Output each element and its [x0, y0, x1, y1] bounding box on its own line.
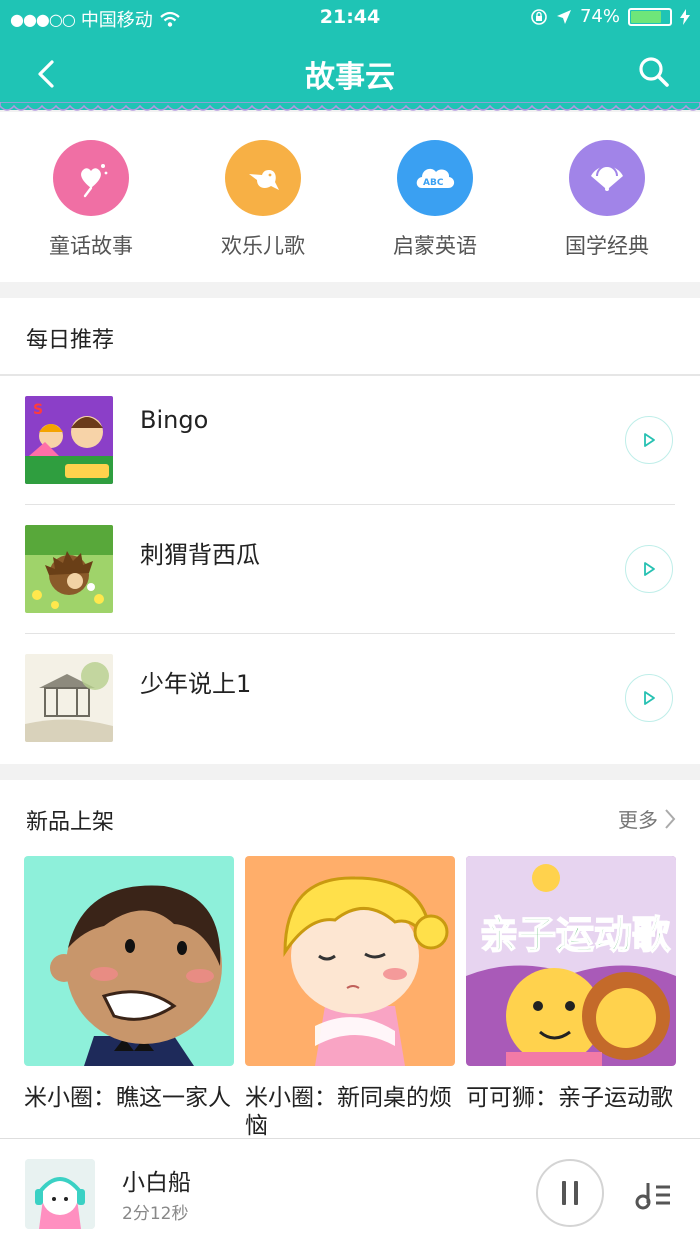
pause-icon[interactable]	[536, 1159, 604, 1227]
more-link[interactable]: 更多	[618, 804, 676, 833]
play-icon[interactable]	[625, 416, 673, 464]
battery-percent: 74%	[579, 6, 620, 27]
svg-text:ABC: ABC	[423, 178, 444, 188]
daily-recommend-section: 每日推荐 S Bingo 刺猬背西瓜 少年说上1	[0, 298, 700, 764]
battery-fill	[631, 10, 661, 23]
album-card[interactable]: 亲子运动歌 可可狮：亲子运动歌	[466, 856, 676, 1140]
category-label: 欢乐儿歌	[221, 234, 305, 258]
section-title: 新品上架	[26, 810, 115, 835]
orientation-lock-icon	[531, 8, 547, 25]
svg-text:S: S	[33, 402, 43, 418]
mini-player[interactable]: 小白船 2分12秒	[0, 1138, 700, 1244]
more-label: 更多	[618, 808, 658, 832]
album-cover	[24, 856, 234, 1066]
page-title: 故事云	[305, 60, 395, 95]
category-kids-songs[interactable]: 欢乐儿歌	[193, 140, 333, 260]
nav-bar: 故事云	[0, 36, 700, 106]
playlist-icon[interactable]	[634, 1175, 674, 1215]
album-card[interactable]: 米小圈：瞧这一家人	[24, 856, 234, 1140]
category-label: 启蒙英语	[393, 234, 477, 258]
category-classics[interactable]: 国学经典	[537, 140, 677, 260]
bird-icon	[225, 140, 301, 216]
category-english[interactable]: ABC 启蒙英语	[365, 140, 505, 260]
charging-icon	[680, 8, 690, 25]
chevron-right-icon	[665, 808, 676, 829]
new-arrivals-section: 新品上架 更多 米小圈：瞧这一家人 米小圈：新同桌的烦恼 亲子运动歌 可可狮：亲…	[0, 780, 700, 1140]
cover-image: S	[25, 396, 113, 484]
play-icon[interactable]	[625, 674, 673, 722]
category-row: 童话故事 欢乐儿歌 ABC 启蒙英语 国学经典	[0, 112, 700, 282]
status-bar: ●●●○○ 中国移动 21:44 74%	[0, 0, 700, 36]
item-title: 少年说上1	[140, 670, 252, 698]
album-cover: 亲子运动歌	[466, 856, 676, 1066]
album-cover	[245, 856, 455, 1066]
track-duration: 2分12秒	[122, 1204, 189, 1224]
album-title: 米小圈：新同桌的烦恼	[245, 1085, 452, 1139]
top-bar: ●●●○○ 中国移动 21:44 74% 故事云	[0, 0, 700, 110]
list-item[interactable]: S Bingo	[0, 376, 700, 505]
category-label: 童话故事	[49, 234, 133, 258]
section-title: 每日推荐	[26, 328, 115, 353]
lollipop-icon	[53, 140, 129, 216]
cover-image	[25, 525, 113, 613]
player-cover	[25, 1159, 95, 1229]
list-item[interactable]: 少年说上1	[0, 634, 700, 763]
cover-image	[25, 654, 113, 742]
list-item[interactable]: 刺猬背西瓜	[0, 505, 700, 634]
category-fairy-tales[interactable]: 童话故事	[21, 140, 161, 260]
fan-icon	[569, 140, 645, 216]
location-icon	[556, 9, 571, 24]
pause-bar	[562, 1181, 566, 1205]
item-title: 刺猬背西瓜	[140, 541, 260, 569]
pause-bar	[574, 1181, 578, 1205]
search-icon[interactable]	[634, 52, 674, 92]
category-label: 国学经典	[565, 234, 649, 258]
album-title: 可可狮：亲子运动歌	[466, 1085, 673, 1111]
item-title: Bingo	[140, 406, 209, 434]
album-title: 米小圈：瞧这一家人	[24, 1085, 231, 1111]
play-icon[interactable]	[625, 545, 673, 593]
album-card[interactable]: 米小圈：新同桌的烦恼	[245, 856, 455, 1140]
battery-icon	[628, 7, 672, 26]
track-title: 小白船	[122, 1170, 191, 1196]
album-art-text: 亲子运动歌	[480, 913, 671, 957]
abc-cloud-icon: ABC	[397, 140, 473, 216]
